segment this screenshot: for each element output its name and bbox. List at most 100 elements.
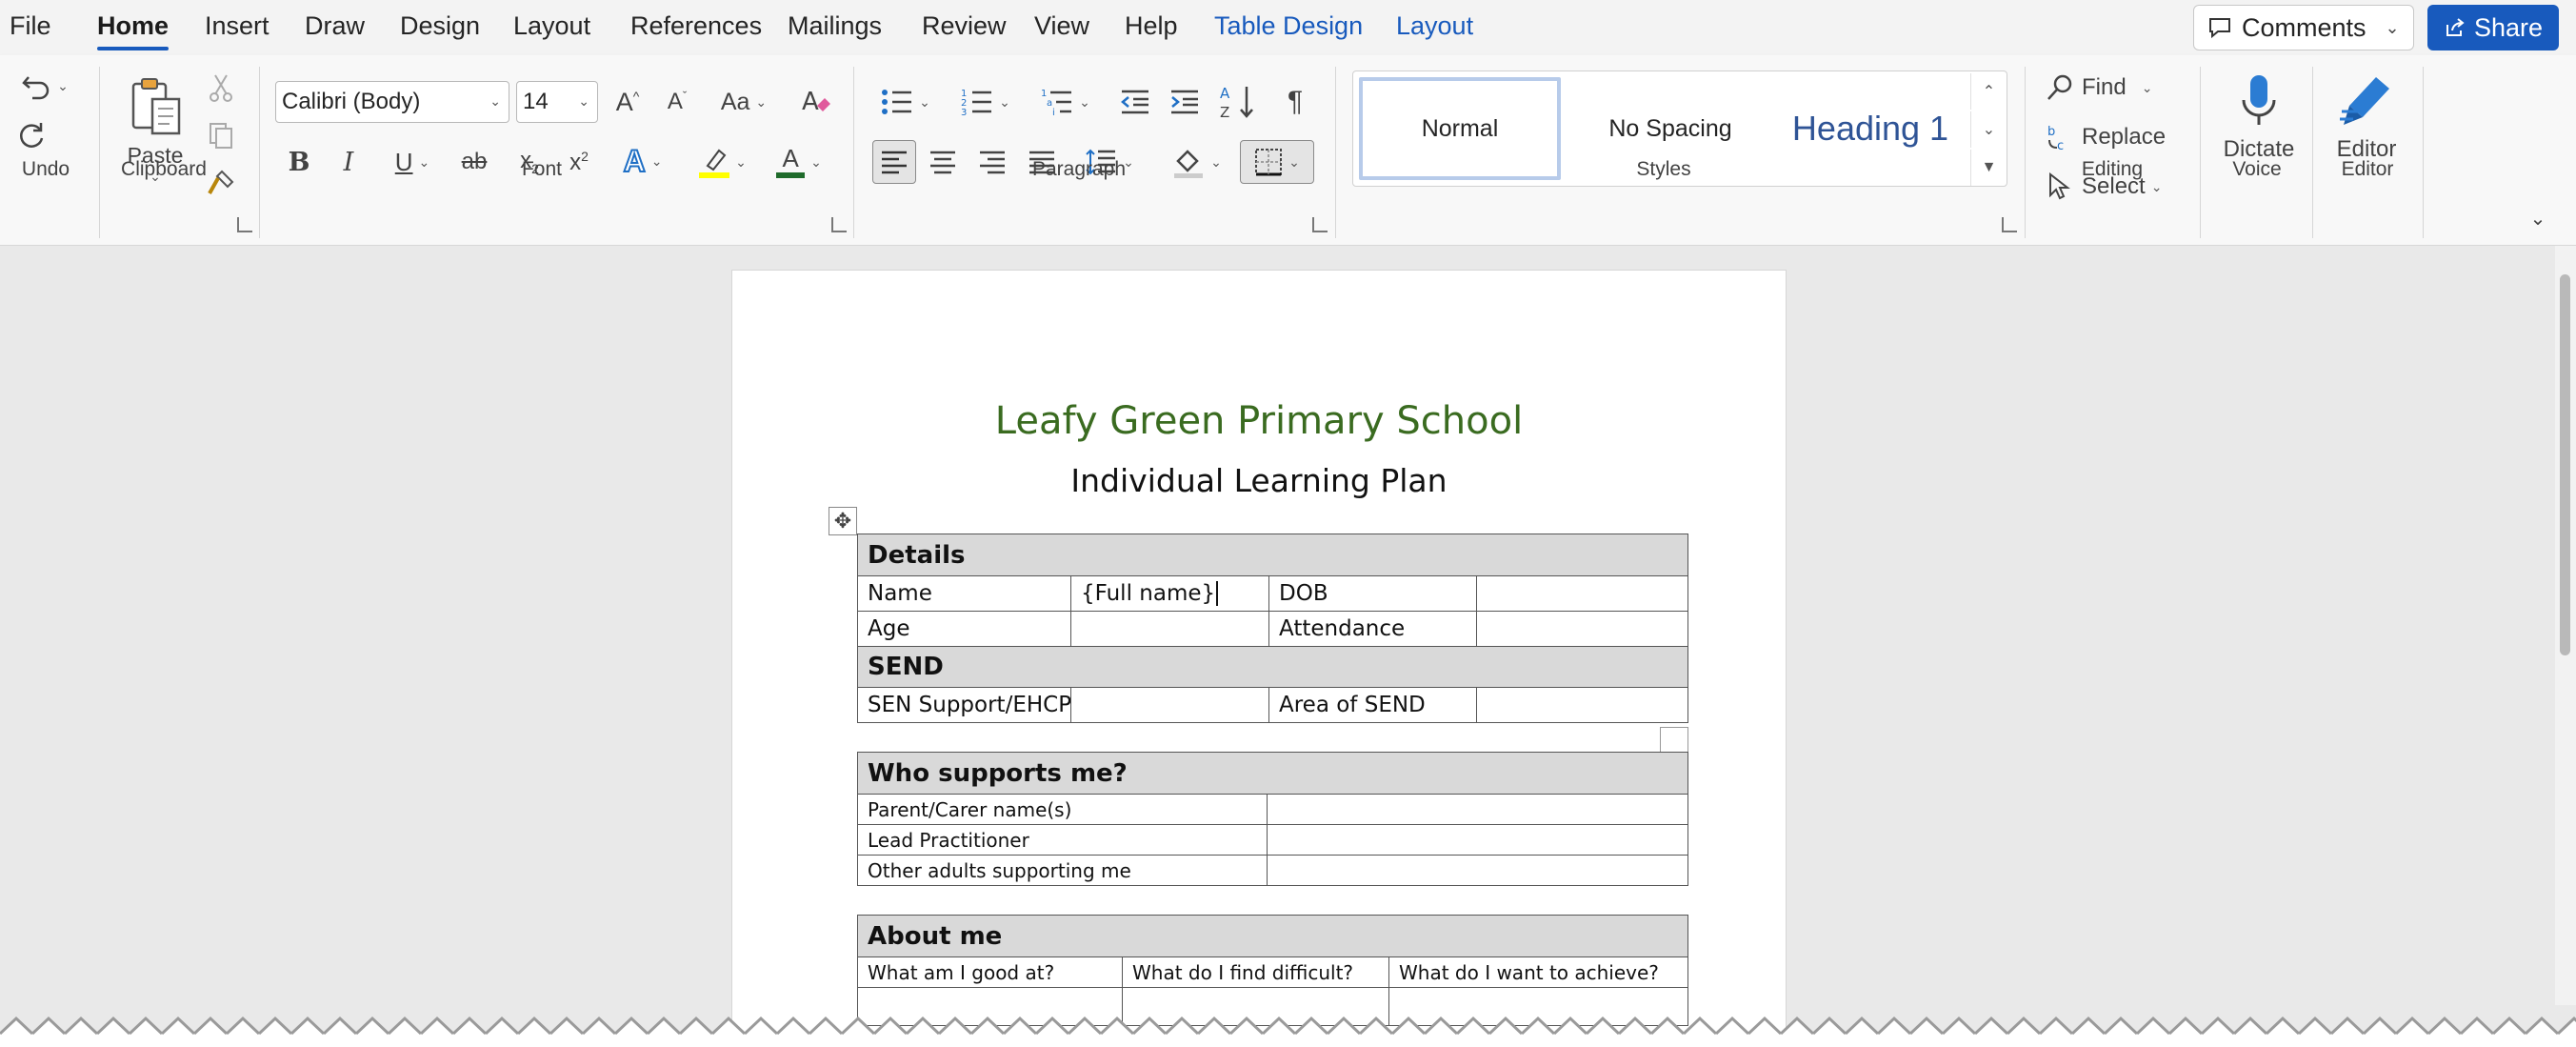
sort-button[interactable]: AZ	[1217, 80, 1261, 124]
underline-button[interactable]: U ⌄	[381, 143, 444, 181]
tab-view[interactable]: View	[1034, 11, 1089, 41]
editor-pen-icon	[2340, 77, 2389, 125]
chevron-down-icon: ⌄	[1288, 153, 1300, 170]
align-left-icon	[882, 151, 907, 174]
decrease-indent-button[interactable]	[1116, 82, 1154, 122]
tab-table-design[interactable]: Table Design	[1214, 11, 1363, 41]
chevron-down-icon: ⌄	[2385, 17, 2400, 37]
torn-edge-decoration	[0, 1005, 2576, 1047]
copy-icon	[210, 123, 232, 149]
tab-home[interactable]: Home	[97, 11, 170, 50]
font-color-button[interactable]: A ⌄	[768, 141, 830, 183]
change-case-button[interactable]: Aa ⌄	[712, 82, 775, 122]
paragraph-launcher-icon[interactable]	[1312, 217, 1328, 232]
parent-carer-value-cell[interactable]	[1266, 794, 1689, 825]
tab-design[interactable]: Design	[400, 11, 480, 41]
tab-file[interactable]: File	[10, 11, 51, 41]
group-label-styles: Styles	[1636, 158, 1691, 180]
tab-references[interactable]: References	[630, 11, 762, 41]
grow-font-button[interactable]: A^	[608, 82, 648, 122]
borders-button[interactable]: ⌄	[1240, 140, 1314, 184]
vertical-scrollbar[interactable]	[2555, 246, 2576, 1005]
shrink-font-button[interactable]: Aˇ	[657, 82, 697, 122]
font-name-combo[interactable]: Calibri (Body) ⌄	[275, 81, 509, 123]
font-size-value: 14	[523, 89, 549, 114]
age-value-cell[interactable]	[1070, 611, 1269, 647]
styles-scroll-down-button[interactable]: ⌄	[1970, 111, 2007, 148]
text-effects-button[interactable]: A ⌄	[613, 141, 672, 181]
table-move-handle[interactable]: ✥	[829, 507, 857, 535]
group-divider	[259, 67, 260, 238]
align-left-button[interactable]	[872, 140, 916, 184]
style-heading-1[interactable]: Heading 1	[1772, 77, 1968, 180]
tab-draw[interactable]: Draw	[305, 11, 365, 41]
editor-button[interactable]: Editor	[2324, 69, 2409, 168]
italic-button[interactable]: I	[333, 143, 364, 181]
redo-button[interactable]	[13, 116, 51, 154]
dictate-button[interactable]: Dictate	[2209, 69, 2308, 168]
format-painter-button[interactable]	[204, 166, 238, 200]
collapse-ribbon-button[interactable]: ⌄	[2524, 204, 2552, 232]
tab-help[interactable]: Help	[1125, 11, 1178, 41]
tab-table-layout[interactable]: Layout	[1396, 11, 1473, 41]
tab-layout[interactable]: Layout	[513, 11, 590, 41]
style-normal-label: Normal	[1421, 114, 1499, 142]
name-value-cell[interactable]: {Full name}	[1070, 575, 1269, 612]
bold-icon: B	[288, 147, 310, 177]
font-launcher-icon[interactable]	[831, 217, 847, 232]
numbering-button[interactable]: 123 ⌄	[952, 82, 1019, 122]
styles-launcher-icon[interactable]	[2002, 217, 2017, 232]
comments-button[interactable]: Comments ⌄	[2193, 5, 2414, 50]
clipboard-launcher-icon[interactable]	[237, 217, 252, 232]
decrease-indent-icon	[1121, 90, 1148, 114]
chevron-down-icon: ⌄	[57, 77, 69, 93]
copy-button[interactable]	[204, 118, 238, 152]
increase-indent-button[interactable]	[1166, 82, 1204, 122]
scrollbar-thumb[interactable]	[2560, 274, 2570, 655]
clear-formatting-icon: A	[802, 88, 830, 116]
shading-button[interactable]: ⌄	[1164, 141, 1230, 183]
tab-mailings[interactable]: Mailings	[788, 11, 882, 41]
replace-button[interactable]: bc Replace	[2046, 118, 2173, 156]
style-normal[interactable]: Normal	[1359, 77, 1561, 180]
tab-review[interactable]: Review	[922, 11, 1007, 41]
sen-support-value-cell[interactable]	[1070, 687, 1269, 723]
dob-value-cell[interactable]	[1476, 575, 1688, 612]
font-size-combo[interactable]: 14 ⌄	[516, 81, 598, 123]
styles-scroll-up-button[interactable]: ⌃	[1970, 73, 2007, 110]
other-adults-value-cell[interactable]	[1266, 855, 1689, 886]
tab-insert[interactable]: Insert	[205, 11, 270, 41]
highlight-button[interactable]: ⌄	[691, 141, 754, 183]
multilevel-list-button[interactable]: 1ai ⌄	[1032, 82, 1099, 122]
borders-icon	[1255, 149, 1283, 176]
share-icon	[2446, 18, 2465, 36]
change-case-icon: Aa	[720, 88, 750, 115]
superscript-button[interactable]: x2	[562, 143, 596, 181]
attendance-value-cell[interactable]	[1476, 611, 1688, 647]
group-divider	[2200, 67, 2201, 238]
styles-more-button[interactable]: ▼	[1970, 150, 2007, 186]
share-button[interactable]: Share	[2427, 5, 2559, 50]
chevron-down-icon: ⌄	[2529, 208, 2546, 230]
want-to-achieve-column-header: What do I want to achieve?	[1388, 956, 1689, 988]
align-center-button[interactable]	[924, 143, 962, 181]
cut-button[interactable]	[204, 70, 238, 105]
lead-practitioner-value-cell[interactable]	[1266, 824, 1689, 856]
font-color-bar	[776, 172, 806, 178]
bullets-button[interactable]: ⌄	[872, 82, 939, 122]
lead-practitioner-label: Lead Practitioner	[857, 824, 1268, 856]
send-header: SEND	[857, 646, 1688, 688]
align-right-button[interactable]	[973, 143, 1011, 181]
strikethrough-button[interactable]: ab	[455, 143, 493, 181]
details-table: Details Name {Full name} DOB Age Attenda…	[857, 534, 1688, 723]
font-color-icon: A	[776, 146, 806, 178]
find-button[interactable]: Find ⌄	[2046, 69, 2173, 107]
area-of-send-value-cell[interactable]	[1476, 687, 1688, 723]
undo-button[interactable]: ⌄	[13, 67, 76, 105]
clear-formatting-button[interactable]: A	[796, 82, 836, 122]
align-right-icon	[980, 151, 1005, 174]
show-formatting-marks-button[interactable]: ¶	[1276, 82, 1314, 122]
search-icon	[2047, 74, 2072, 100]
bold-button[interactable]: B	[284, 143, 314, 181]
document-page[interactable]: Leafy Green Primary School Individual Le…	[731, 270, 1787, 1047]
